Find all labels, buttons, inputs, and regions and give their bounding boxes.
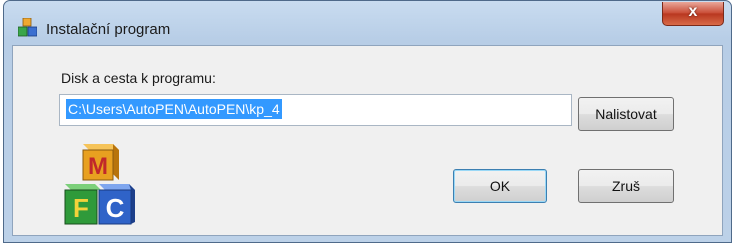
cancel-button[interactable]: Zruš bbox=[578, 169, 674, 203]
window-title: Instalační program bbox=[46, 21, 171, 38]
path-label: Disk a cesta k programu: bbox=[61, 70, 216, 86]
svg-text:C: C bbox=[106, 193, 125, 223]
close-icon: x bbox=[688, 3, 698, 20]
path-input[interactable]: C:\Users\AutoPEN\AutoPEN\kp_4 bbox=[59, 94, 572, 126]
mfc-logo-icon: M F C bbox=[64, 144, 135, 225]
svg-text:F: F bbox=[73, 193, 89, 223]
ok-button[interactable]: OK bbox=[453, 169, 547, 203]
path-input-value: C:\Users\AutoPEN\AutoPEN\kp_4 bbox=[66, 99, 282, 119]
dialog-body: Disk a cesta k programu: C:\Users\AutoPE… bbox=[12, 45, 723, 236]
title-bar[interactable]: Instalační program x bbox=[4, 1, 731, 45]
browse-button[interactable]: Nalistovat bbox=[578, 97, 674, 131]
svg-text:M: M bbox=[88, 153, 108, 180]
installer-window: Instalační program x Disk a cesta k prog… bbox=[3, 0, 732, 243]
app-icon bbox=[18, 18, 37, 37]
close-button[interactable]: x bbox=[662, 2, 724, 26]
